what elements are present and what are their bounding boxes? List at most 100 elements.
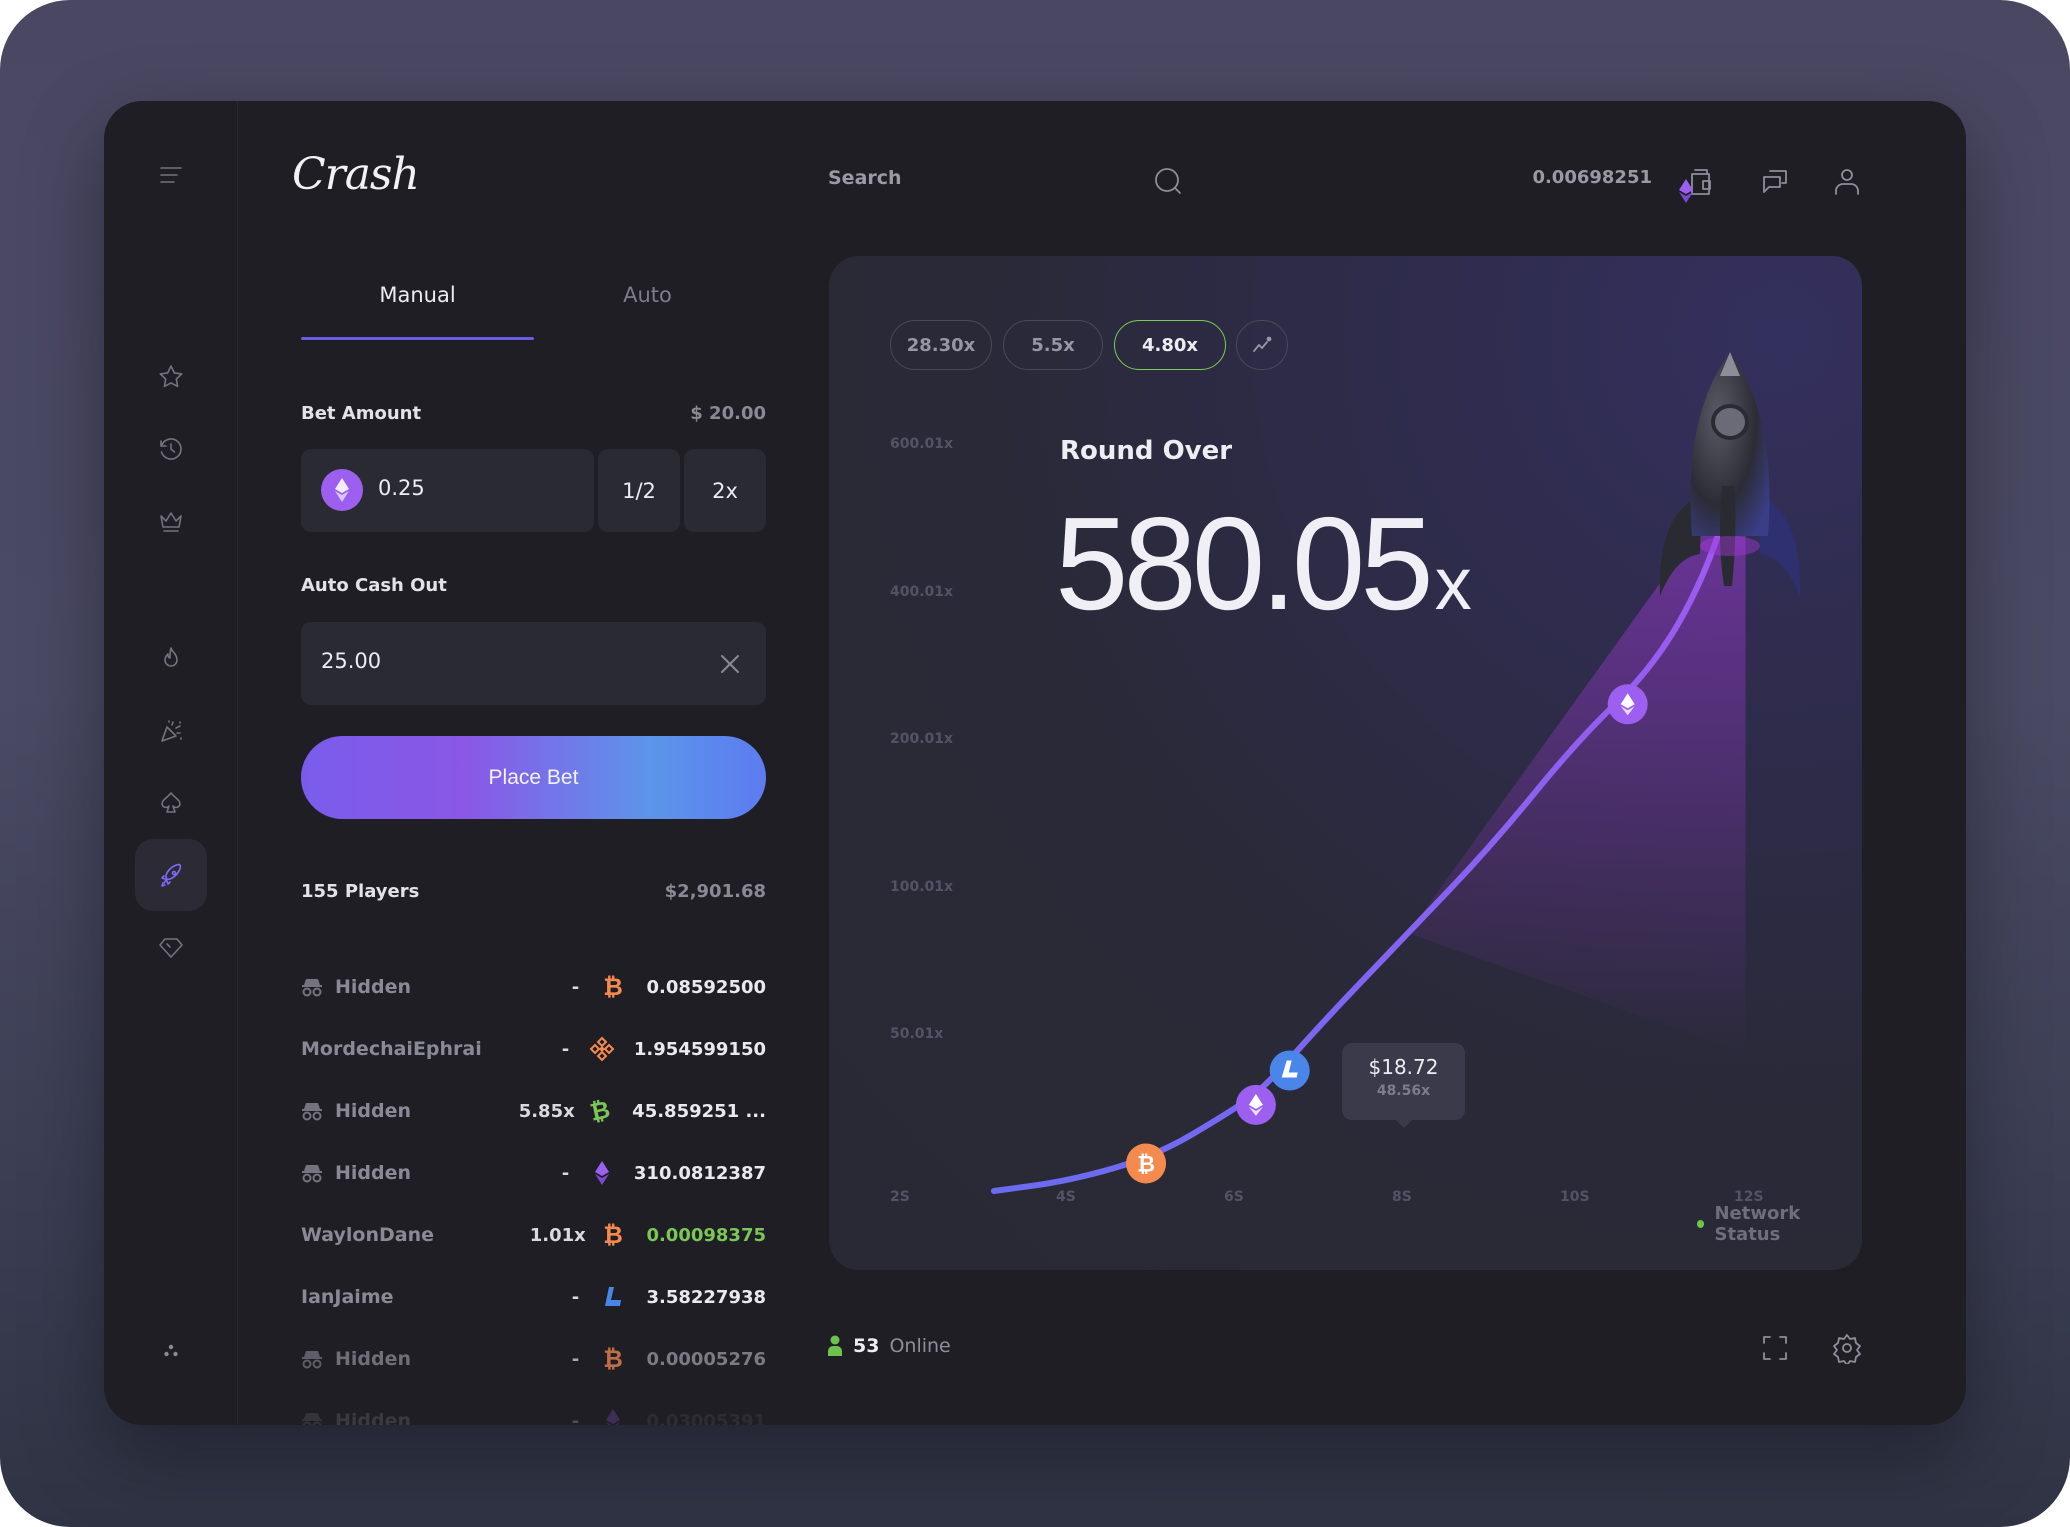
player-amount: 0.00098375 [646, 1224, 766, 1246]
dots-icon [164, 1344, 178, 1357]
btc-coin-icon: ₿ [579, 974, 646, 1000]
online-number: 53 [853, 1335, 880, 1357]
player-row: IanJaime - 3.58227938 [301, 1277, 766, 1317]
bch-coin-icon: ₿ [569, 1098, 632, 1124]
eth-cashout-marker[interactable] [1607, 684, 1648, 725]
sidebar-item-hot[interactable] [135, 623, 207, 695]
btc-coin-icon: ₿ [580, 1222, 647, 1248]
player-row: MordechaiEphrai - 1.954599150 [301, 1029, 766, 1069]
network-status-dot [1697, 1220, 1705, 1228]
profile-button[interactable] [1824, 159, 1870, 205]
svg-text:₿: ₿ [1137, 1152, 1155, 1177]
search-icon [1155, 168, 1181, 194]
sidebar-item-favorites[interactable] [135, 341, 207, 413]
incognito-icon [302, 1103, 322, 1121]
player-amount: 0.00005276 [646, 1348, 767, 1370]
diamond-icon [159, 938, 183, 958]
wallet-balance: 0.00698251 [1532, 167, 1652, 188]
ltc-cashout-marker[interactable] [1269, 1050, 1310, 1091]
active-tab-indicator [301, 337, 534, 340]
btc-cashout-marker[interactable]: ₿ [1126, 1143, 1167, 1184]
bet-amount-input[interactable]: 0.25 [301, 449, 594, 532]
auto-cashout-input[interactable]: 25.00 [301, 622, 766, 705]
player-name-text: WaylonDane [301, 1224, 434, 1246]
sidebar-item-cards[interactable] [135, 767, 207, 839]
clear-cashout-button[interactable] [710, 644, 750, 684]
ltc-coin-icon [579, 1284, 646, 1310]
bet-amount-label: Bet Amount [301, 403, 422, 424]
bnb-coin-icon [569, 1036, 634, 1062]
sidebar-item-history[interactable] [135, 413, 207, 485]
incognito-icon [302, 1351, 322, 1369]
app-logo: Crash [292, 149, 420, 200]
eth-coin-icon [569, 1160, 634, 1186]
online-count: 53 Online [827, 1335, 951, 1357]
star-icon [159, 365, 183, 388]
player-name-text: Hidden [335, 976, 412, 998]
rocket-exhaust [1700, 536, 1760, 556]
history-icon [160, 438, 182, 460]
tab-auto[interactable]: Auto [531, 283, 764, 307]
player-amount: 1.954599150 [633, 1038, 766, 1060]
player-name-text: Hidden [335, 1410, 412, 1425]
sidebar-item-promotions[interactable] [135, 695, 207, 767]
network-status[interactable]: Network Status [1697, 1203, 1862, 1245]
sidebar-item-crash[interactable] [135, 839, 207, 911]
player-row: Hidden 5.85x ₿ 45.859251 ... [301, 1091, 766, 1131]
sidebar-item-more[interactable] [135, 1315, 207, 1387]
multiplier-value: 580.05 [1055, 490, 1434, 637]
network-status-label: Network Status [1714, 1203, 1801, 1245]
fullscreen-button[interactable] [1752, 1325, 1798, 1371]
players-count: 155 Players [301, 881, 420, 902]
search-input[interactable]: Search [828, 167, 902, 189]
sidebar-item-gems[interactable] [135, 911, 207, 983]
player-name: Hidden [301, 1100, 519, 1122]
rocket-icon [161, 863, 182, 887]
player-row: Hidden - ₿ 0.08592500 [301, 967, 766, 1007]
fullscreen-icon [1763, 1336, 1787, 1360]
svg-text:₿: ₿ [603, 1222, 623, 1248]
btc-coin-icon: ₿ [579, 1346, 646, 1372]
rocket-window [1711, 404, 1749, 440]
tooltip-multiplier: 48.56x [1376, 1083, 1431, 1099]
player-amount: 3.58227938 [646, 1286, 767, 1308]
bet-amount-value: 0.25 [378, 476, 425, 500]
player-amount: 0.03005391 [646, 1410, 767, 1426]
chat-button[interactable] [1752, 159, 1798, 205]
party-popper-icon [161, 720, 182, 742]
player-row: WaylonDane 1.01x ₿ 0.00098375 [301, 1215, 766, 1255]
player-row: Hidden - ₿ 0.00005276 [301, 1339, 766, 1379]
game-chart-panel: 28.30x 5.5x 4.80x 600.01x 400.01x 200.01… [829, 256, 1862, 1270]
eth-coin-icon [579, 1408, 646, 1425]
half-bet-button[interactable]: 1/2 [598, 449, 680, 532]
place-bet-button[interactable]: Place Bet [301, 736, 766, 819]
search-button[interactable] [1148, 161, 1188, 201]
incognito-icon [302, 1413, 322, 1425]
player-multiplier: - [571, 1410, 580, 1426]
user-icon [1835, 169, 1859, 195]
eth-badge-icon [1679, 179, 1693, 203]
chat-icon [1763, 170, 1787, 193]
tab-manual[interactable]: Manual [301, 283, 534, 307]
player-multiplier: - [561, 1162, 570, 1184]
menu-button[interactable] [135, 139, 207, 211]
eth-cashout-marker[interactable] [1235, 1084, 1276, 1125]
player-name-text: Hidden [335, 1162, 412, 1184]
wallet-button[interactable] [1676, 159, 1722, 205]
auto-cashout-value: 25.00 [321, 649, 382, 673]
settings-button[interactable] [1824, 1325, 1870, 1371]
sidebar-item-vip[interactable] [135, 485, 207, 557]
gear-icon [1833, 1334, 1861, 1364]
tooltip-value: $18.72 [1368, 1055, 1439, 1079]
crash-multiplier: 580.05x [1055, 488, 1472, 639]
player-multiplier: 1.01x [529, 1224, 586, 1246]
players-total: $2,901.68 [664, 881, 766, 902]
svg-text:₿: ₿ [603, 974, 623, 1000]
double-bet-button[interactable]: 2x [684, 449, 766, 532]
player-name: Hidden [301, 1410, 531, 1425]
background-frame: Crash Search 0.00698251 Manual Auto Bet … [0, 0, 2070, 1527]
crash-app-window: Crash Search 0.00698251 Manual Auto Bet … [104, 101, 1966, 1425]
players-header: 155 Players $2,901.68 [301, 881, 766, 902]
multiplier-suffix: x [1434, 542, 1472, 625]
player-name: Hidden [301, 1162, 523, 1184]
